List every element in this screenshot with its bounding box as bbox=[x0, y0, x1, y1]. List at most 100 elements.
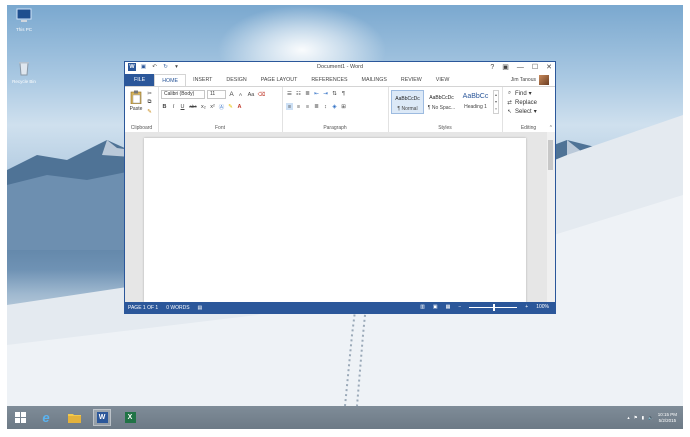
volume-icon[interactable]: 🔈 bbox=[648, 415, 654, 421]
subscript-button[interactable]: x₂ bbox=[200, 103, 207, 110]
styles-scroll[interactable]: ▴ ▾ ▿ bbox=[493, 90, 499, 114]
status-left: PAGE 1 OF 1 0 WORDS ▤ bbox=[128, 305, 202, 311]
cut-icon[interactable]: ✂ bbox=[146, 90, 153, 97]
bullets-icon[interactable]: ☰ bbox=[286, 90, 293, 97]
sort-icon[interactable]: ⇅ bbox=[331, 90, 338, 97]
strikethrough-button[interactable]: abc bbox=[188, 103, 198, 110]
replace-label: Replace bbox=[515, 99, 538, 106]
chevron-down-icon: ▾ bbox=[528, 91, 532, 97]
tab-home[interactable]: HOME bbox=[154, 74, 187, 86]
styles-group-label: Styles bbox=[438, 125, 452, 131]
align-left-icon[interactable]: ≡ bbox=[286, 103, 293, 110]
style-normal[interactable]: AaBbCcDc ¶ Normal bbox=[391, 90, 424, 114]
web-layout-icon[interactable]: ▦ bbox=[446, 304, 451, 310]
find-label: Find bbox=[515, 90, 527, 97]
font-color-icon[interactable]: A bbox=[236, 103, 243, 110]
line-spacing-icon[interactable]: ↕ bbox=[322, 103, 329, 110]
style-sample: AaBbCcDc bbox=[395, 96, 420, 102]
find-button[interactable]: ⌕ Find ▾ bbox=[506, 90, 532, 97]
document-page[interactable] bbox=[144, 138, 526, 310]
tab-insert[interactable]: INSERT bbox=[186, 74, 219, 86]
recycle-bin-icon bbox=[19, 62, 29, 76]
ribbon: Paste ✂ ⧉ ✎ Clipboard Calibri (Body) 11 … bbox=[125, 86, 555, 133]
zoom-in-button[interactable]: + bbox=[525, 304, 528, 310]
style-sample: AaBbCcDc bbox=[429, 95, 454, 101]
justify-icon[interactable]: ≣ bbox=[313, 103, 320, 110]
zoom-out-button[interactable]: − bbox=[458, 304, 461, 310]
desktop-icon-recycle-bin[interactable]: Recycle Bin bbox=[7, 60, 41, 84]
taskbar-internet-explorer[interactable]: e bbox=[37, 409, 55, 426]
desktop-icon-this-pc[interactable]: This PC bbox=[7, 8, 41, 32]
style-no-spacing[interactable]: AaBbCcDc ¶ No Spac... bbox=[425, 90, 458, 114]
copy-icon[interactable]: ⧉ bbox=[146, 99, 153, 106]
clear-formatting-icon[interactable]: ⌫ bbox=[258, 91, 266, 98]
tab-page-layout[interactable]: PAGE LAYOUT bbox=[254, 74, 305, 86]
shrink-font-button[interactable]: A bbox=[237, 91, 244, 98]
font-row-2: B I U abc x₂ x² Ⓐ ✎ A bbox=[161, 103, 243, 111]
tab-mailings[interactable]: MAILINGS bbox=[355, 74, 394, 86]
this-pc-icon bbox=[16, 8, 32, 22]
document-area bbox=[125, 132, 547, 310]
font-size-select[interactable]: 11 bbox=[207, 90, 226, 99]
clock[interactable]: 10:15 PM 5/2/2015 bbox=[658, 412, 677, 424]
collapse-ribbon-icon[interactable]: ⌃ bbox=[549, 125, 553, 131]
show-marks-button[interactable]: ¶ bbox=[340, 90, 347, 97]
shading-icon[interactable]: ◈ bbox=[331, 103, 338, 110]
ribbon-display-button[interactable]: ▣ bbox=[502, 63, 509, 72]
paste-label: Paste bbox=[129, 106, 143, 112]
page-count[interactable]: PAGE 1 OF 1 bbox=[128, 305, 158, 311]
tab-design[interactable]: DESIGN bbox=[219, 74, 253, 86]
desktop-icon-label: Recycle Bin bbox=[12, 79, 36, 84]
start-button[interactable] bbox=[11, 409, 29, 426]
underline-button[interactable]: U bbox=[179, 103, 186, 110]
decrease-indent-icon[interactable]: ⇤ bbox=[313, 90, 320, 97]
maximize-button[interactable]: ☐ bbox=[532, 63, 538, 72]
italic-button[interactable]: I bbox=[170, 103, 177, 110]
taskbar-file-explorer[interactable] bbox=[65, 409, 83, 426]
vertical-scrollbar[interactable] bbox=[547, 132, 555, 302]
minimize-button[interactable]: — bbox=[517, 63, 524, 72]
help-button[interactable]: ? bbox=[490, 63, 494, 72]
text-effects-icon[interactable]: Ⓐ bbox=[218, 103, 225, 111]
show-hidden-icons-icon[interactable]: ▴ bbox=[627, 415, 629, 421]
network-icon[interactable]: ▮ bbox=[642, 415, 644, 421]
align-right-icon[interactable]: ≡ bbox=[304, 103, 311, 110]
numbering-icon[interactable]: ☷ bbox=[295, 90, 302, 97]
tab-references[interactable]: REFERENCES bbox=[304, 74, 354, 86]
select-button[interactable]: ↖ Select ▾ bbox=[506, 108, 537, 116]
style-name: Heading 1 bbox=[464, 104, 487, 110]
font-family-select[interactable]: Calibri (Body) bbox=[161, 90, 205, 99]
style-sample: AaBbCc bbox=[462, 93, 489, 100]
grow-font-button[interactable]: A bbox=[228, 91, 235, 98]
borders-icon[interactable]: ⊞ bbox=[340, 103, 347, 110]
zoom-level[interactable]: 100% bbox=[536, 304, 549, 310]
change-case-button[interactable]: Aa bbox=[246, 91, 256, 98]
close-button[interactable]: ✕ bbox=[546, 63, 552, 72]
paste-button[interactable]: Paste bbox=[128, 90, 144, 112]
style-name: ¶ No Spac... bbox=[427, 105, 456, 111]
read-mode-icon[interactable]: ▥ bbox=[420, 304, 425, 310]
align-center-icon[interactable]: ≡ bbox=[295, 103, 302, 110]
user-account[interactable]: Jim Tanous bbox=[511, 75, 549, 85]
styles-group: AaBbCcDc ¶ Normal AaBbCcDc ¶ No Spac... … bbox=[388, 87, 503, 132]
action-center-icon[interactable]: ⚑ bbox=[634, 415, 638, 421]
superscript-button[interactable]: x² bbox=[209, 103, 216, 110]
increase-indent-icon[interactable]: ⇥ bbox=[322, 90, 329, 97]
replace-button[interactable]: ⇄ Replace bbox=[506, 99, 537, 106]
tab-view[interactable]: VIEW bbox=[429, 74, 457, 86]
zoom-slider[interactable] bbox=[469, 303, 518, 311]
format-painter-icon[interactable]: ✎ bbox=[146, 108, 153, 115]
tab-review[interactable]: REVIEW bbox=[394, 74, 429, 86]
print-layout-icon[interactable]: ▣ bbox=[433, 304, 438, 310]
taskbar-excel[interactable]: X bbox=[121, 409, 139, 426]
word-count[interactable]: 0 WORDS bbox=[166, 305, 189, 311]
highlight-icon[interactable]: ✎ bbox=[227, 103, 234, 110]
taskbar-word[interactable]: W bbox=[93, 409, 111, 426]
bold-button[interactable]: B bbox=[161, 103, 168, 110]
multilevel-list-icon[interactable]: ≣ bbox=[304, 90, 311, 97]
scrollbar-thumb[interactable] bbox=[548, 140, 553, 170]
zoom-slider-thumb[interactable] bbox=[493, 303, 496, 311]
tab-file[interactable]: FILE bbox=[125, 74, 155, 86]
style-heading-1[interactable]: AaBbCc Heading 1 bbox=[459, 90, 492, 114]
proofing-icon[interactable]: ▤ bbox=[198, 305, 203, 311]
